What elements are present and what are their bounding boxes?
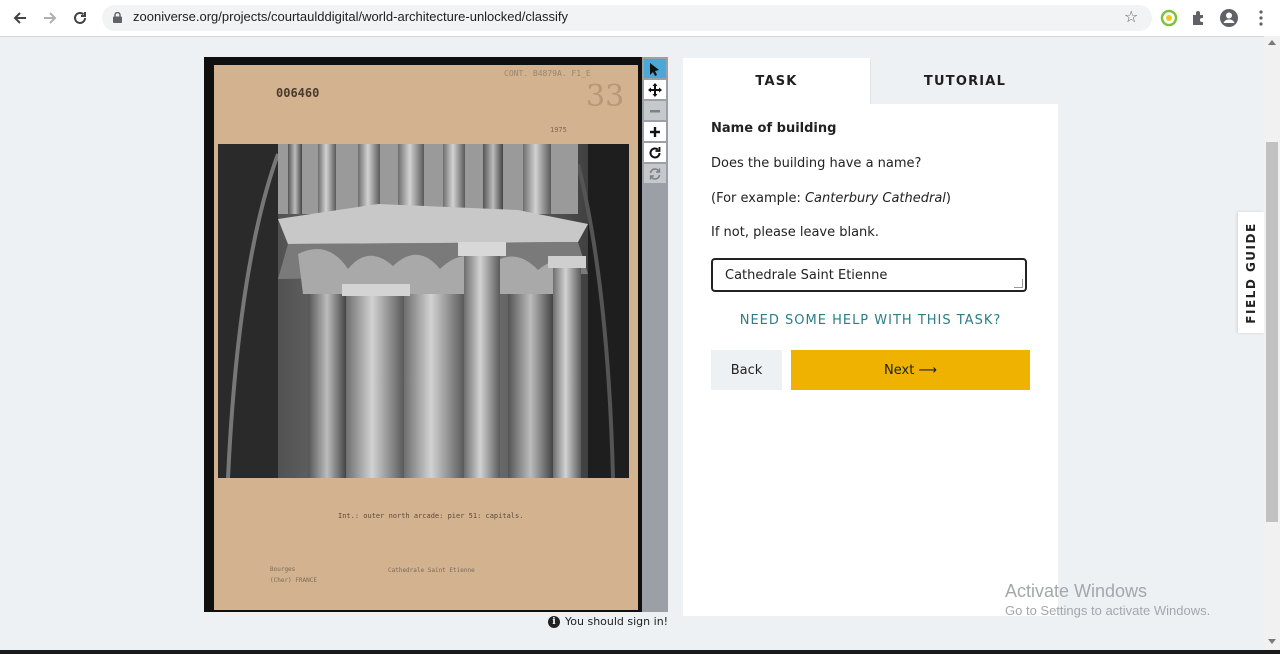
task-example: (For example: Canterbury Cathedral) xyxy=(711,191,951,206)
task-instruction: If not, please leave blank. xyxy=(711,225,879,240)
windows-activation-watermark: Activate Windows Go to Settings to activ… xyxy=(1005,580,1210,620)
reference-code: CONT. B4879A. F1_E xyxy=(504,69,591,78)
location-line-2: (Cher) FRANCE xyxy=(270,577,317,584)
resize-grip-icon[interactable] xyxy=(1014,279,1023,288)
back-arrow-icon[interactable] xyxy=(9,7,31,29)
pier-capitals-photo xyxy=(218,144,629,478)
pencil-number: 33 xyxy=(586,79,625,114)
extension-icon[interactable] xyxy=(1158,7,1180,29)
subject-viewer[interactable]: 006460 CONT. B4879A. F1_E 33 1975 Int.: … xyxy=(204,57,642,612)
catalog-number: 006460 xyxy=(276,86,320,100)
url-text: zooniverse.org/projects/courtaulddigital… xyxy=(133,9,568,24)
watermark-title: Activate Windows xyxy=(1005,581,1148,601)
help-link[interactable]: NEED SOME HELP WITH THIS TASK? xyxy=(683,313,1058,328)
info-icon: i xyxy=(548,615,560,628)
forward-arrow-icon[interactable] xyxy=(39,7,61,29)
zoom-out-icon[interactable] xyxy=(644,101,666,120)
scrollbar-thumb[interactable] xyxy=(1266,142,1278,522)
sign-in-text: You should sign in! xyxy=(565,615,669,628)
task-question: Does the building have a name? xyxy=(711,156,922,171)
back-button[interactable]: Back xyxy=(711,350,782,390)
address-bar[interactable]: zooniverse.org/projects/courtaulddigital… xyxy=(102,5,1152,31)
browser-toolbar: zooniverse.org/projects/courtaulddigital… xyxy=(0,0,1280,37)
sign-in-notice: i You should sign in! xyxy=(548,615,668,628)
arrow-right-icon: ⟶ xyxy=(918,362,937,378)
field-guide-label: FIELD GUIDE xyxy=(1244,221,1258,324)
pointer-icon[interactable] xyxy=(644,59,666,78)
task-panel: TASK TUTORIAL Name of building Does the … xyxy=(683,58,1059,616)
lock-icon xyxy=(113,12,122,23)
pan-icon[interactable] xyxy=(644,80,666,99)
building-label: Cathedrale Saint Etienne xyxy=(388,567,475,574)
kebab-menu-icon[interactable] xyxy=(1250,7,1272,29)
building-name-input[interactable] xyxy=(713,260,1025,290)
zoom-in-icon[interactable] xyxy=(644,122,666,141)
account-icon[interactable] xyxy=(1218,7,1240,29)
scroll-up-icon[interactable] xyxy=(1268,40,1276,45)
photo-caption: Int.: outer north arcade: pier 51: capit… xyxy=(338,512,524,520)
rotate-icon[interactable] xyxy=(644,143,666,162)
reload-icon[interactable] xyxy=(69,7,91,29)
viewer-toolbar xyxy=(642,57,668,612)
scroll-down-icon[interactable] xyxy=(1268,639,1276,644)
archive-card-scan: 006460 CONT. B4879A. F1_E 33 1975 Int.: … xyxy=(214,65,638,610)
tab-tutorial[interactable]: TUTORIAL xyxy=(870,58,1059,104)
next-button[interactable]: Next ⟶ xyxy=(791,350,1030,390)
puzzle-icon[interactable] xyxy=(1188,7,1210,29)
page-scrollbar[interactable] xyxy=(1264,36,1280,650)
example-prefix: (For example: xyxy=(711,191,805,206)
building-name-field[interactable] xyxy=(711,258,1027,292)
tab-task[interactable]: TASK xyxy=(683,58,870,104)
scan-year: 1975 xyxy=(550,126,567,134)
location-line-1: Bourges xyxy=(270,566,296,573)
watermark-subtitle: Go to Settings to activate Windows. xyxy=(1005,603,1211,618)
example-suffix: ) xyxy=(945,191,951,206)
example-name: Canterbury Cathedral xyxy=(804,191,946,206)
taskbar-edge xyxy=(0,650,1280,654)
reset-icon[interactable] xyxy=(644,164,666,183)
bookmark-star-icon[interactable]: ☆ xyxy=(1124,7,1138,26)
field-guide-tab[interactable]: FIELD GUIDE xyxy=(1238,212,1264,333)
task-title: Name of building xyxy=(711,121,837,136)
next-label: Next xyxy=(884,362,915,378)
architecture-photo xyxy=(218,144,629,478)
